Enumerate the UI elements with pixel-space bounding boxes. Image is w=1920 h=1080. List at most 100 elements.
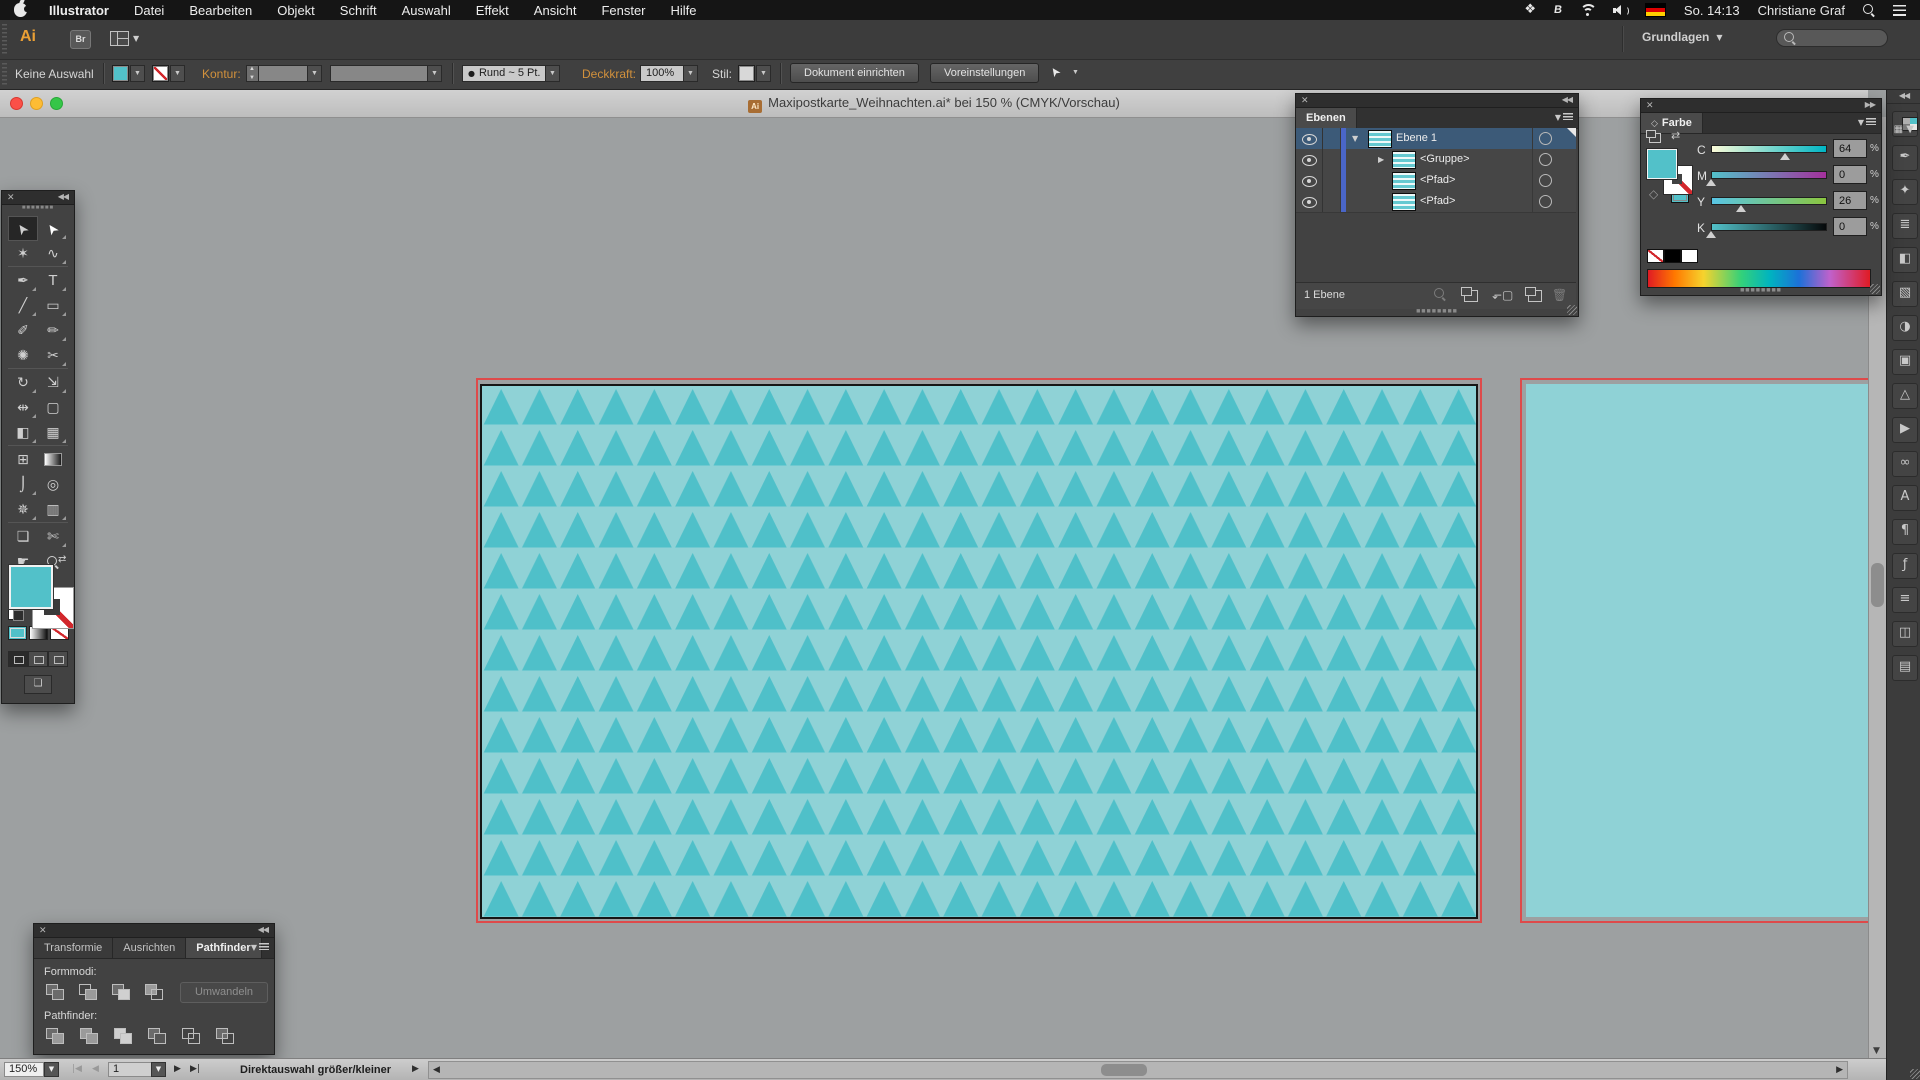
panel-drag-dots[interactable]: ■■■■■■■■ <box>1296 308 1578 315</box>
magic-wand-tool[interactable]: ✶ <box>8 241 38 266</box>
status-menu-icon[interactable]: ▶ <box>412 1064 419 1074</box>
width-tool[interactable]: ⇹ <box>8 395 38 420</box>
lock-cell[interactable] <box>1322 170 1341 191</box>
minus-front-button[interactable] <box>77 982 99 1000</box>
selection-tool-options-icon[interactable]: ➤ <box>1046 64 1063 80</box>
menu-hilfe[interactable]: Hilfe <box>671 3 697 18</box>
vertical-scrollbar-thumb[interactable] <box>1871 563 1884 607</box>
layer-name[interactable]: Ebene 1 <box>1396 132 1437 144</box>
black-value-field[interactable]: 0 <box>1833 217 1867 236</box>
stroke-weight-dropdown[interactable]: ▼ <box>307 65 322 82</box>
opentype-panel-icon[interactable]: ƒ <box>1892 553 1918 579</box>
color-panel-titlebar[interactable]: ✕ ▶▶ <box>1641 99 1881 113</box>
notification-center-icon[interactable] <box>1893 4 1906 16</box>
artboard-2[interactable] <box>1526 384 1868 917</box>
blend-tool[interactable]: ◎ <box>38 472 68 497</box>
menu-fenster[interactable]: Fenster <box>601 3 645 18</box>
layer-row[interactable]: <Pfad> <box>1296 191 1576 213</box>
yellow-slider-thumb[interactable] <box>1736 205 1747 212</box>
trim-button[interactable] <box>78 1026 100 1044</box>
pathfinder-dock-icon[interactable]: ◫ <box>1892 621 1918 647</box>
resize-grip[interactable] <box>1567 305 1577 315</box>
minus-back-button[interactable] <box>214 1026 236 1044</box>
fill-color-well[interactable] <box>1646 148 1678 180</box>
style-swatch[interactable] <box>738 65 755 82</box>
selection-tool[interactable]: ➤ <box>8 216 38 241</box>
previous-artboard-icon[interactable]: ◀ <box>92 1064 99 1074</box>
panel-menu-icon[interactable]: ▼ <box>251 943 269 952</box>
lasso-tool[interactable]: ∿ <box>38 241 68 266</box>
magenta-slider-thumb[interactable] <box>1706 179 1716 186</box>
document-setup-button[interactable]: Dokument einrichten <box>790 63 919 83</box>
menu-illustrator[interactable]: Illustrator <box>49 3 109 18</box>
document-canvas[interactable] <box>0 117 1868 1058</box>
rectangle-tool[interactable]: ▭ <box>38 293 68 318</box>
menu-ansicht[interactable]: Ansicht <box>534 3 577 18</box>
german-keyboard-flag-icon[interactable] <box>1644 3 1666 17</box>
cyan-value-field[interactable]: 64 <box>1833 139 1867 158</box>
opacity-label[interactable]: Deckkraft: <box>582 67 636 81</box>
width-profile-field[interactable] <box>330 65 428 82</box>
new-sublayer-icon[interactable]: ⬐▢ <box>1492 288 1513 302</box>
stroke-panel-icon[interactable]: ≣ <box>1892 213 1918 239</box>
scissors-tool[interactable]: ✂ <box>38 343 68 368</box>
stroke-color-dropdown[interactable]: ▼ <box>170 65 185 82</box>
black-slider-thumb[interactable] <box>1706 231 1716 238</box>
symbols-panel-icon[interactable]: ✦ <box>1892 179 1918 205</box>
tools-panel-titlebar[interactable]: ✕ ◀◀ <box>2 191 74 205</box>
black-slider-track[interactable] <box>1711 223 1827 231</box>
scroll-right-icon[interactable]: ▶ <box>1836 1065 1843 1075</box>
brush-definition-field[interactable]: ● Rund ~ 5 Pt. <box>462 65 546 82</box>
visibility-cell[interactable] <box>1296 149 1323 170</box>
layer-row[interactable]: ▼ Ebene 1 <box>1296 128 1576 150</box>
artboard-number-field[interactable]: 1 <box>108 1062 152 1077</box>
shape-builder-tool[interactable]: ◧ <box>8 420 38 445</box>
arrange-documents-button[interactable]: ▼ <box>110 31 139 46</box>
close-icon[interactable]: ✕ <box>1646 100 1654 111</box>
menubar-clock[interactable]: So. 14:13 <box>1684 3 1740 18</box>
align-panel-icon[interactable]: ≡ <box>1892 587 1918 613</box>
spotlight-search-icon[interactable] <box>1863 4 1875 16</box>
crop-button[interactable] <box>146 1026 168 1044</box>
menu-schrift[interactable]: Schrift <box>340 3 377 18</box>
tools-panel-drag-dots[interactable]: ■■■■■■■ <box>2 205 74 214</box>
target-circle-icon[interactable] <box>1539 132 1552 145</box>
lock-cell[interactable] <box>1322 128 1341 149</box>
artboard-1[interactable] <box>480 384 1478 919</box>
scroll-left-icon[interactable]: ◀ <box>433 1065 440 1075</box>
black-swatch[interactable] <box>1664 249 1681 263</box>
paragraph-panel-icon[interactable]: ¶ <box>1892 519 1918 545</box>
status-display[interactable]: Direktauswahl größer/kleiner <box>240 1064 391 1076</box>
last-artboard-icon[interactable]: ▶| <box>190 1064 200 1074</box>
color-guide-panel-icon[interactable]: △ <box>1892 383 1918 409</box>
locate-object-icon[interactable] <box>1434 288 1446 300</box>
layer-thumbnail[interactable] <box>1392 151 1416 169</box>
menu-bearbeiten[interactable]: Bearbeiten <box>189 3 252 18</box>
layer-thumbnail[interactable] <box>1392 172 1416 190</box>
dropbox-icon[interactable]: ❖ <box>1524 0 1536 20</box>
pathfinder-panel-titlebar[interactable]: ✕ ◀◀ <box>34 924 274 938</box>
pen-tool[interactable]: ✒ <box>8 268 38 293</box>
visibility-cell[interactable] <box>1296 170 1323 191</box>
layer-name[interactable]: <Gruppe> <box>1420 153 1470 165</box>
menu-datei[interactable]: Datei <box>134 3 164 18</box>
opacity-field[interactable]: 100% <box>640 65 684 82</box>
close-icon[interactable]: ✕ <box>1301 95 1309 106</box>
actions-panel-icon[interactable]: ▶ <box>1892 417 1918 443</box>
gradient-tool[interactable] <box>38 447 68 472</box>
layer-name[interactable]: <Pfad> <box>1420 195 1455 207</box>
bridge-button[interactable]: Br <box>70 30 91 49</box>
lock-cell[interactable] <box>1322 191 1341 212</box>
collapse-icon[interactable]: ◀◀ <box>1562 95 1573 104</box>
menu-objekt[interactable]: Objekt <box>277 3 315 18</box>
disclosure-right-icon[interactable]: ▶ <box>1378 155 1384 164</box>
zoom-level-field[interactable]: 150% <box>4 1062 44 1077</box>
yellow-slider-track[interactable] <box>1711 197 1827 205</box>
character-panel-icon[interactable]: A <box>1892 485 1918 511</box>
target-circle-icon[interactable] <box>1539 153 1552 166</box>
style-dropdown[interactable]: ▼ <box>756 65 771 82</box>
appearance-panel-icon[interactable]: ◑ <box>1892 315 1918 341</box>
layer-row[interactable]: <Pfad> <box>1296 170 1576 192</box>
close-icon[interactable]: ✕ <box>39 925 47 936</box>
scale-tool[interactable]: ⇲ <box>38 370 68 395</box>
